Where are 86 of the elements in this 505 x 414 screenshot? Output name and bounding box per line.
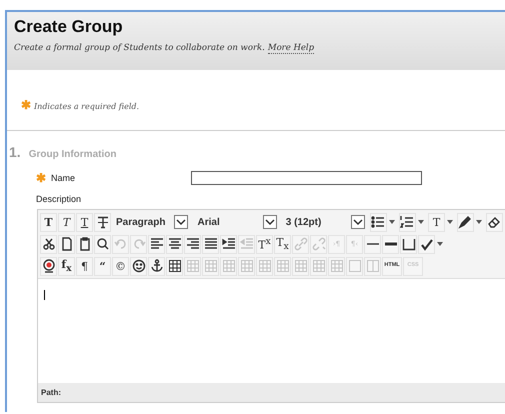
- table-icon: [330, 259, 344, 273]
- toolbar-button[interactable]: [382, 234, 399, 254]
- link-icon: [294, 237, 308, 251]
- toolbar-button[interactable]: [130, 256, 147, 276]
- required-mark: ✱: [21, 98, 31, 112]
- toolbar-button[interactable]: [398, 212, 416, 232]
- table-icon: [204, 259, 218, 273]
- toolbar-button[interactable]: [58, 234, 75, 254]
- toolbar-button[interactable]: [364, 234, 381, 254]
- table-icon: [258, 259, 272, 273]
- toolbar-button[interactable]: [486, 212, 503, 232]
- format-dropdown[interactable]: Arial: [195, 214, 279, 230]
- space-icon: [402, 237, 416, 251]
- align-right-icon: [186, 237, 200, 251]
- caret-icon: [174, 215, 188, 229]
- outdent-icon: [240, 237, 254, 251]
- justify-icon: [204, 237, 218, 251]
- table-icon: [222, 259, 236, 273]
- indent-icon: [222, 237, 236, 251]
- toolbar-button[interactable]: [94, 212, 111, 232]
- anchor-icon: [150, 259, 164, 273]
- table-icon: [312, 259, 326, 273]
- numbers-icon: [400, 215, 414, 229]
- smiley-icon: [132, 259, 146, 273]
- toolbar-button[interactable]: [148, 234, 165, 254]
- record-icon: [42, 259, 56, 273]
- toolbar-button[interactable]: [418, 234, 435, 254]
- toolbar-button[interactable]: T: [428, 212, 445, 232]
- undo-icon: [114, 237, 128, 251]
- format-dropdown[interactable]: 3 (12pt): [284, 214, 367, 230]
- required-mark: ✱: [36, 171, 46, 185]
- more-help-link[interactable]: More Help: [268, 43, 314, 54]
- toolbar-button[interactable]: [40, 256, 57, 276]
- table-icon: [186, 259, 200, 273]
- strike-icon: [96, 215, 110, 229]
- box-icon: [348, 259, 362, 273]
- required-note: Indicates a required field.: [34, 102, 140, 111]
- toolbar-button[interactable]: [400, 234, 417, 254]
- page-icon: [60, 237, 74, 251]
- toolbar-button[interactable]: T: [40, 212, 57, 232]
- toolbar-button[interactable]: T$_{x}$: [274, 234, 291, 254]
- unlink-icon: [312, 237, 326, 251]
- toolbar-button[interactable]: [370, 212, 387, 232]
- name-field[interactable]: [191, 171, 422, 185]
- toolbar-button[interactable]: [76, 234, 93, 254]
- format-dropdown[interactable]: Paragraph: [114, 214, 190, 230]
- align-center-icon: [168, 237, 182, 251]
- caret-icon: [262, 215, 277, 229]
- toolbar-button[interactable]: T$^{x}$: [256, 234, 273, 254]
- toolbar-button[interactable]: [202, 234, 219, 254]
- search-icon: [96, 237, 110, 251]
- toolbar-button[interactable]: T: [76, 212, 93, 232]
- toolbar-button[interactable]: [40, 234, 57, 254]
- table-icon: [294, 259, 308, 273]
- section-number: 1.: [9, 144, 21, 160]
- toolbar-button[interactable]: [166, 234, 183, 254]
- page-title: Create Group: [14, 17, 124, 37]
- toolbar-button[interactable]: T: [58, 212, 75, 232]
- description-label: Description: [35, 193, 82, 205]
- table-icon: [168, 259, 182, 273]
- name-label: Name: [51, 173, 76, 183]
- toolbar-button[interactable]: [184, 234, 201, 254]
- table-icon: [276, 259, 290, 273]
- toolbar-button[interactable]: “: [94, 256, 111, 276]
- paste-icon: [78, 237, 92, 251]
- toolbar-button[interactable]: [166, 256, 183, 276]
- pen-icon: [458, 215, 472, 229]
- section-title: Group Information: [28, 149, 116, 160]
- eraser-icon: [487, 215, 502, 229]
- path-label: Path:: [41, 388, 61, 397]
- split-icon: [366, 259, 380, 273]
- redo-icon: [132, 237, 146, 251]
- table-icon: [240, 259, 254, 273]
- toolbar-button[interactable]: f$_{x}$: [58, 256, 75, 276]
- cut-icon: [42, 237, 56, 251]
- spellcheck-icon: [420, 237, 434, 251]
- toolbar-button[interactable]: ¶: [76, 256, 93, 276]
- bullets-icon: [371, 215, 386, 229]
- toolbar-button[interactable]: [456, 212, 474, 232]
- page-subtitle: Create a formal group of Students to collaborate on work.: [14, 43, 265, 53]
- toolbar-button[interactable]: [148, 256, 165, 276]
- toolbar-button[interactable]: [94, 234, 111, 254]
- toolbar-button[interactable]: ©: [112, 256, 129, 276]
- caret-icon: [350, 215, 365, 229]
- toolbar-button[interactable]: [220, 234, 237, 254]
- align-left-icon: [150, 237, 164, 251]
